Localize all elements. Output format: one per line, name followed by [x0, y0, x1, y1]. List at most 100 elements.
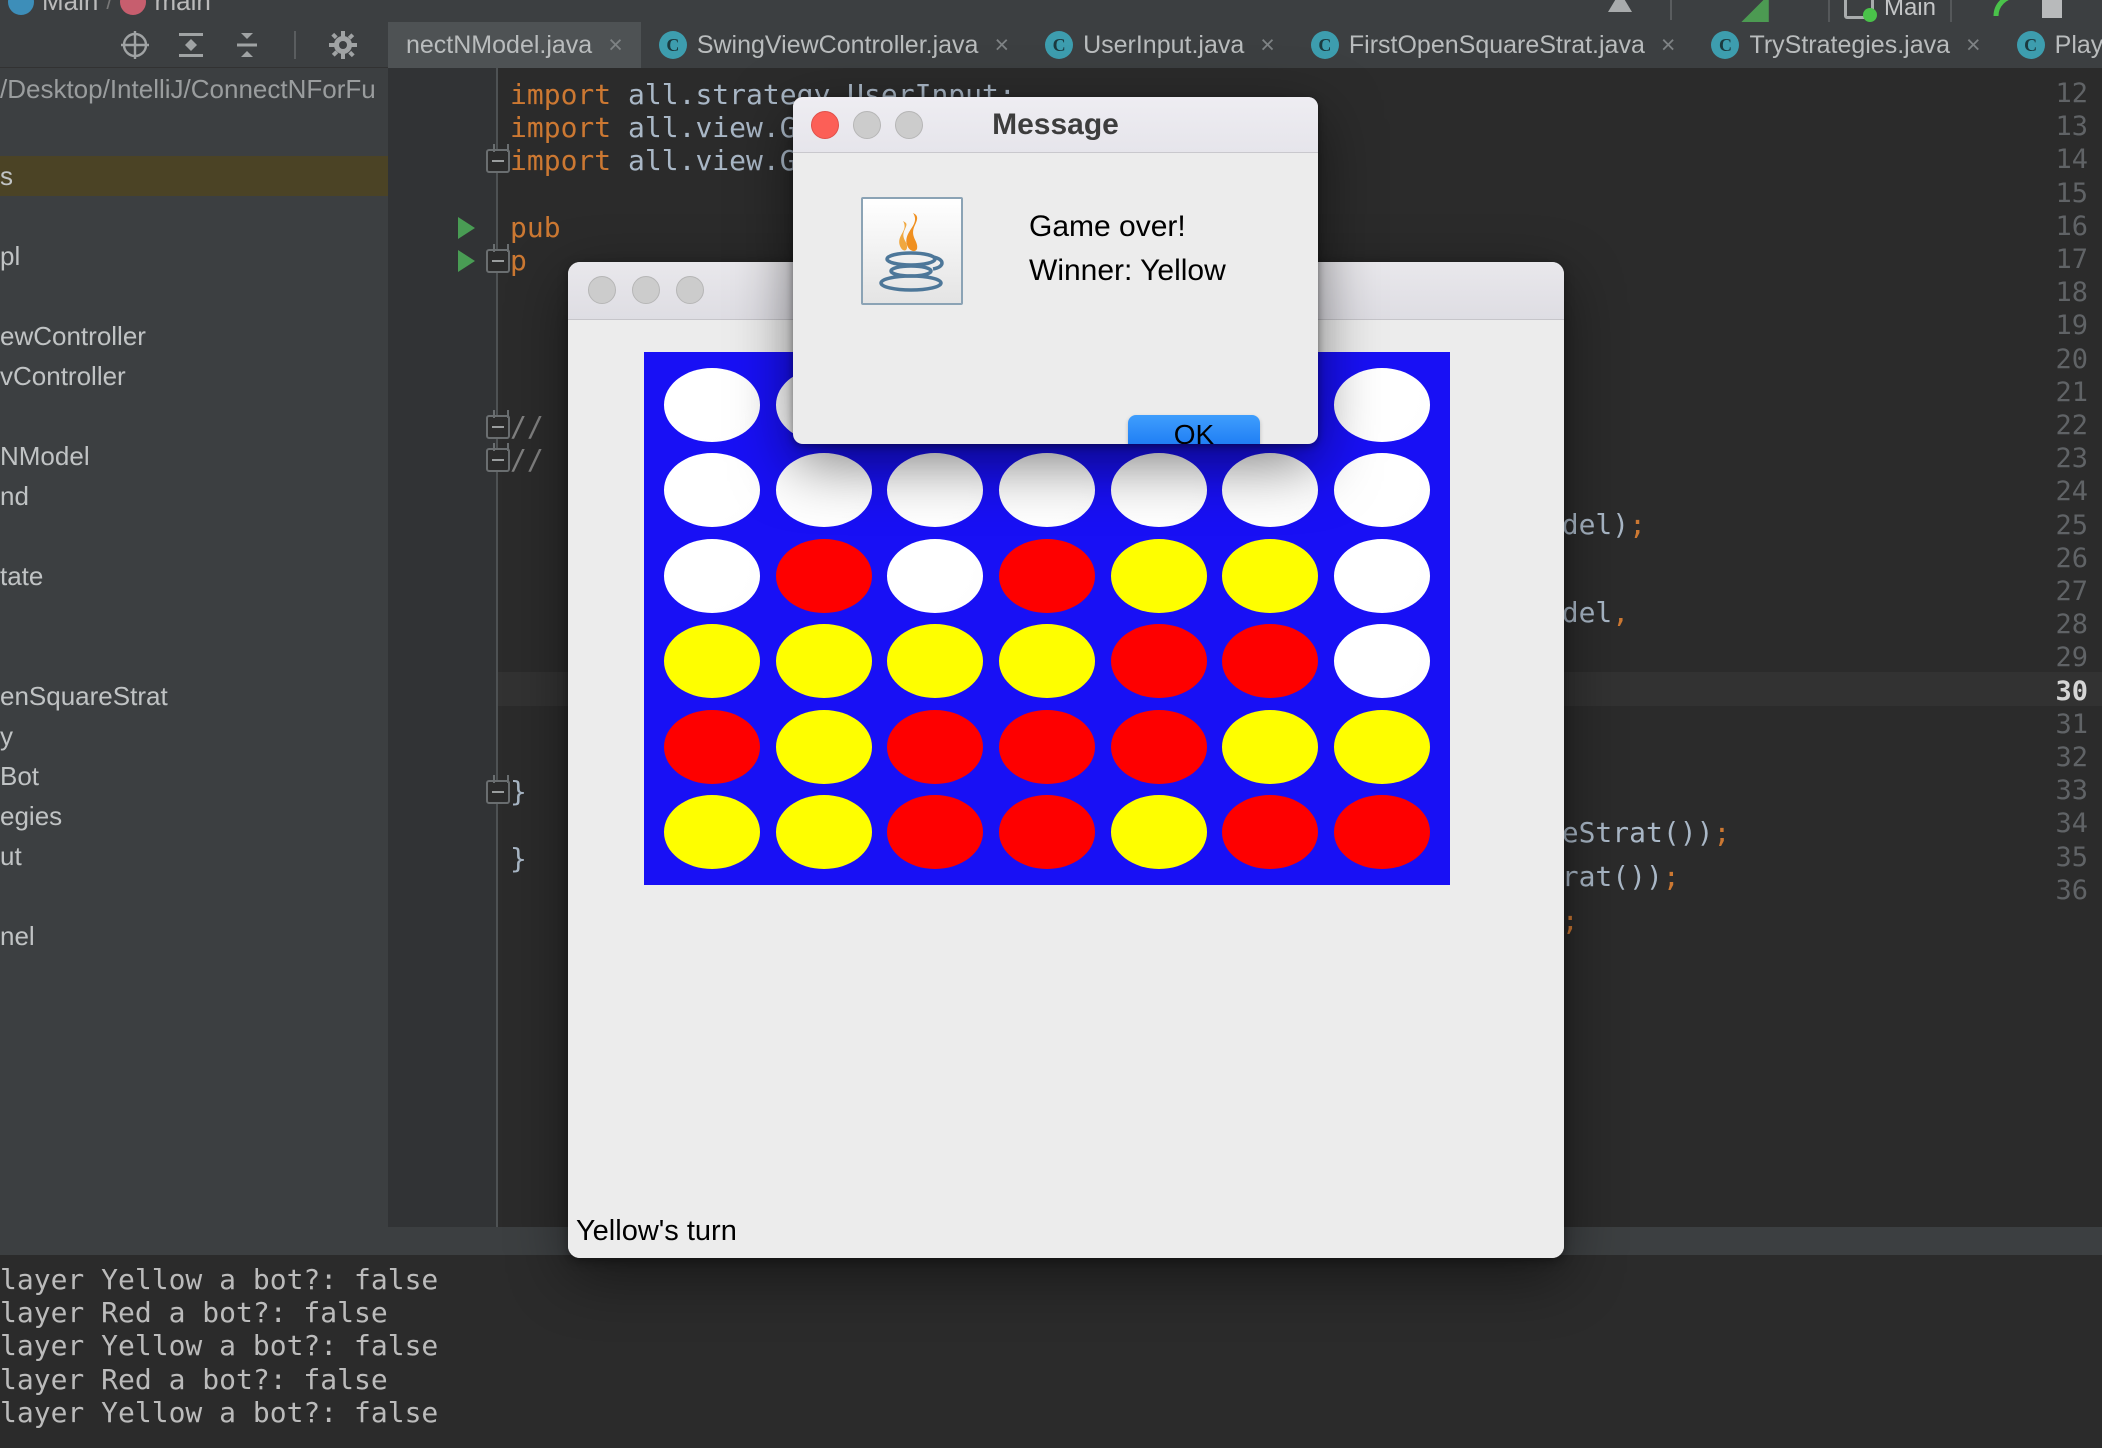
project-tree-item-3[interactable]: pl: [0, 236, 388, 276]
editor-tab-1[interactable]: C SwingViewController.java ×: [641, 22, 1027, 68]
project-tree-item-15[interactable]: y: [0, 716, 388, 756]
target-icon[interactable]: [120, 30, 150, 60]
board-cell-r1-c1[interactable]: [768, 448, 880, 534]
board-cell-r3-c6[interactable]: [1326, 619, 1438, 705]
board-cell-r1-c3[interactable]: [991, 448, 1103, 534]
breadcrumb[interactable]: Main / main: [8, 0, 211, 17]
collapse-all-icon[interactable]: [232, 30, 262, 60]
board-cell-r2-c0[interactable]: [656, 533, 768, 619]
project-tree-item-6[interactable]: vController: [0, 356, 388, 396]
board-cell-r3-c4[interactable]: [1103, 619, 1215, 705]
code-fold-toggle[interactable]: [486, 249, 510, 273]
board-cell-r3-c0[interactable]: [656, 619, 768, 705]
breadcrumb-app-label[interactable]: Main: [42, 0, 98, 17]
board-cell-r4-c6[interactable]: [1326, 704, 1438, 790]
editor-tab-2[interactable]: C UserInput.java ×: [1027, 22, 1293, 68]
editor-tab-close-icon[interactable]: ×: [1260, 31, 1275, 60]
board-cell-r5-c0[interactable]: [656, 790, 768, 876]
board-cell-r4-c1[interactable]: [768, 704, 880, 790]
project-tree-item-7[interactable]: [0, 396, 388, 436]
board-cell-r5-c4[interactable]: [1103, 790, 1215, 876]
stop-icon[interactable]: [2042, 0, 2062, 18]
zoom-dot[interactable]: [676, 276, 704, 304]
board-cell-r3-c2[interactable]: [879, 619, 991, 705]
editor-tab-3[interactable]: C FirstOpenSquareStrat.java ×: [1293, 22, 1694, 68]
project-tree-item-0[interactable]: [0, 116, 388, 156]
minimize-dot[interactable]: [632, 276, 660, 304]
message-dialog[interactable]: Message Game over! Winner: Yellow OK: [793, 97, 1318, 444]
project-tree-item-11[interactable]: tate: [0, 556, 388, 596]
editor-tab-5[interactable]: CPlayerImpl.java×: [1999, 22, 2102, 68]
board-cell-r1-c2[interactable]: [879, 448, 991, 534]
board-cell-r4-c5[interactable]: [1215, 704, 1327, 790]
board-cell-r2-c1[interactable]: [768, 533, 880, 619]
editor-gutter[interactable]: [388, 68, 498, 1253]
code-fold-toggle[interactable]: [486, 780, 510, 805]
breadcrumb-method-label[interactable]: main: [154, 0, 210, 17]
editor-tab-4[interactable]: C TryStrategies.java ×: [1693, 22, 1998, 68]
board-cell-r5-c3[interactable]: [991, 790, 1103, 876]
board-cell-r1-c6[interactable]: [1326, 448, 1438, 534]
console-line-0: layer Yellow a bot?: false: [0, 1263, 439, 1296]
dialog-titlebar[interactable]: Message: [793, 97, 1318, 153]
board-cell-r3-c1[interactable]: [768, 619, 880, 705]
board-cell-r2-c4[interactable]: [1103, 533, 1215, 619]
board-cell-r1-c0[interactable]: [656, 448, 768, 534]
project-tree-item-9[interactable]: nd: [0, 476, 388, 516]
gear-icon[interactable]: [328, 30, 358, 60]
project-tree-item-19[interactable]: [0, 876, 388, 916]
board-cell-r4-c0[interactable]: [656, 704, 768, 790]
game-window-traffic-lights[interactable]: [588, 276, 704, 304]
run-console[interactable]: layer Yellow a bot?: false layer Red a bo…: [0, 1227, 2102, 1448]
dialog-close-dot[interactable]: [811, 111, 839, 139]
close-dot[interactable]: [588, 276, 616, 304]
code-fold-toggle[interactable]: [486, 448, 510, 473]
ok-button[interactable]: OK: [1128, 415, 1260, 444]
project-tree-item-14[interactable]: enSquareStrat: [0, 676, 388, 716]
board-cell-r2-c3[interactable]: [991, 533, 1103, 619]
project-tree-item-18[interactable]: ut: [0, 836, 388, 876]
board-cell-r1-c4[interactable]: [1103, 448, 1215, 534]
project-tree-item-12[interactable]: [0, 596, 388, 636]
editor-tab-close-icon[interactable]: ×: [608, 31, 623, 60]
project-tree-item-4[interactable]: [0, 276, 388, 316]
expand-all-icon[interactable]: [176, 30, 206, 60]
board-cell-r2-c6[interactable]: [1326, 533, 1438, 619]
board-cell-r5-c1[interactable]: [768, 790, 880, 876]
project-tree-item-2[interactable]: [0, 196, 388, 236]
run-gutter-icon[interactable]: [458, 250, 475, 272]
project-tree-item-20[interactable]: nel: [0, 916, 388, 956]
project-tree-item-5[interactable]: ewController: [0, 316, 388, 356]
board-cell-r1-c5[interactable]: [1215, 448, 1327, 534]
project-tree-item-16[interactable]: Bot: [0, 756, 388, 796]
project-tree-item-1[interactable]: s: [0, 156, 388, 196]
project-tree-item-10[interactable]: [0, 516, 388, 556]
dialog-minimize-dot[interactable]: [853, 111, 881, 139]
board-cell-r5-c2[interactable]: [879, 790, 991, 876]
board-cell-r5-c5[interactable]: [1215, 790, 1327, 876]
project-tree-item-13[interactable]: [0, 636, 388, 676]
code-fold-toggle[interactable]: [486, 149, 510, 174]
board-cell-r4-c3[interactable]: [991, 704, 1103, 790]
board-cell-r0-c0[interactable]: [656, 362, 768, 448]
board-cell-r5-c6[interactable]: [1326, 790, 1438, 876]
project-tree-item-17[interactable]: egies: [0, 796, 388, 836]
editor-tab-0[interactable]: nectNModel.java ×: [388, 22, 641, 68]
board-cell-r2-c5[interactable]: [1215, 533, 1327, 619]
code-fold-toggle[interactable]: [486, 415, 510, 439]
board-cell-r4-c4[interactable]: [1103, 704, 1215, 790]
board-cell-r3-c5[interactable]: [1215, 619, 1327, 705]
editor-tab-close-icon[interactable]: ×: [994, 31, 1009, 60]
run-gutter-icon[interactable]: [458, 216, 475, 239]
project-tree-item-8[interactable]: NModel: [0, 436, 388, 476]
board-cell-r4-c2[interactable]: [879, 704, 991, 790]
editor-tab-close-icon[interactable]: ×: [1966, 31, 1981, 60]
dialog-traffic-lights[interactable]: [811, 111, 923, 139]
board-cell-r2-c2[interactable]: [879, 533, 991, 619]
editor-tab-close-icon[interactable]: ×: [1661, 31, 1676, 60]
board-cell-r3-c3[interactable]: [991, 619, 1103, 705]
upload-icon[interactable]: [1608, 0, 1632, 12]
dialog-zoom-dot[interactable]: [895, 111, 923, 139]
board-cell-r0-c6[interactable]: [1326, 362, 1438, 448]
disc-yellow: [1110, 538, 1207, 613]
